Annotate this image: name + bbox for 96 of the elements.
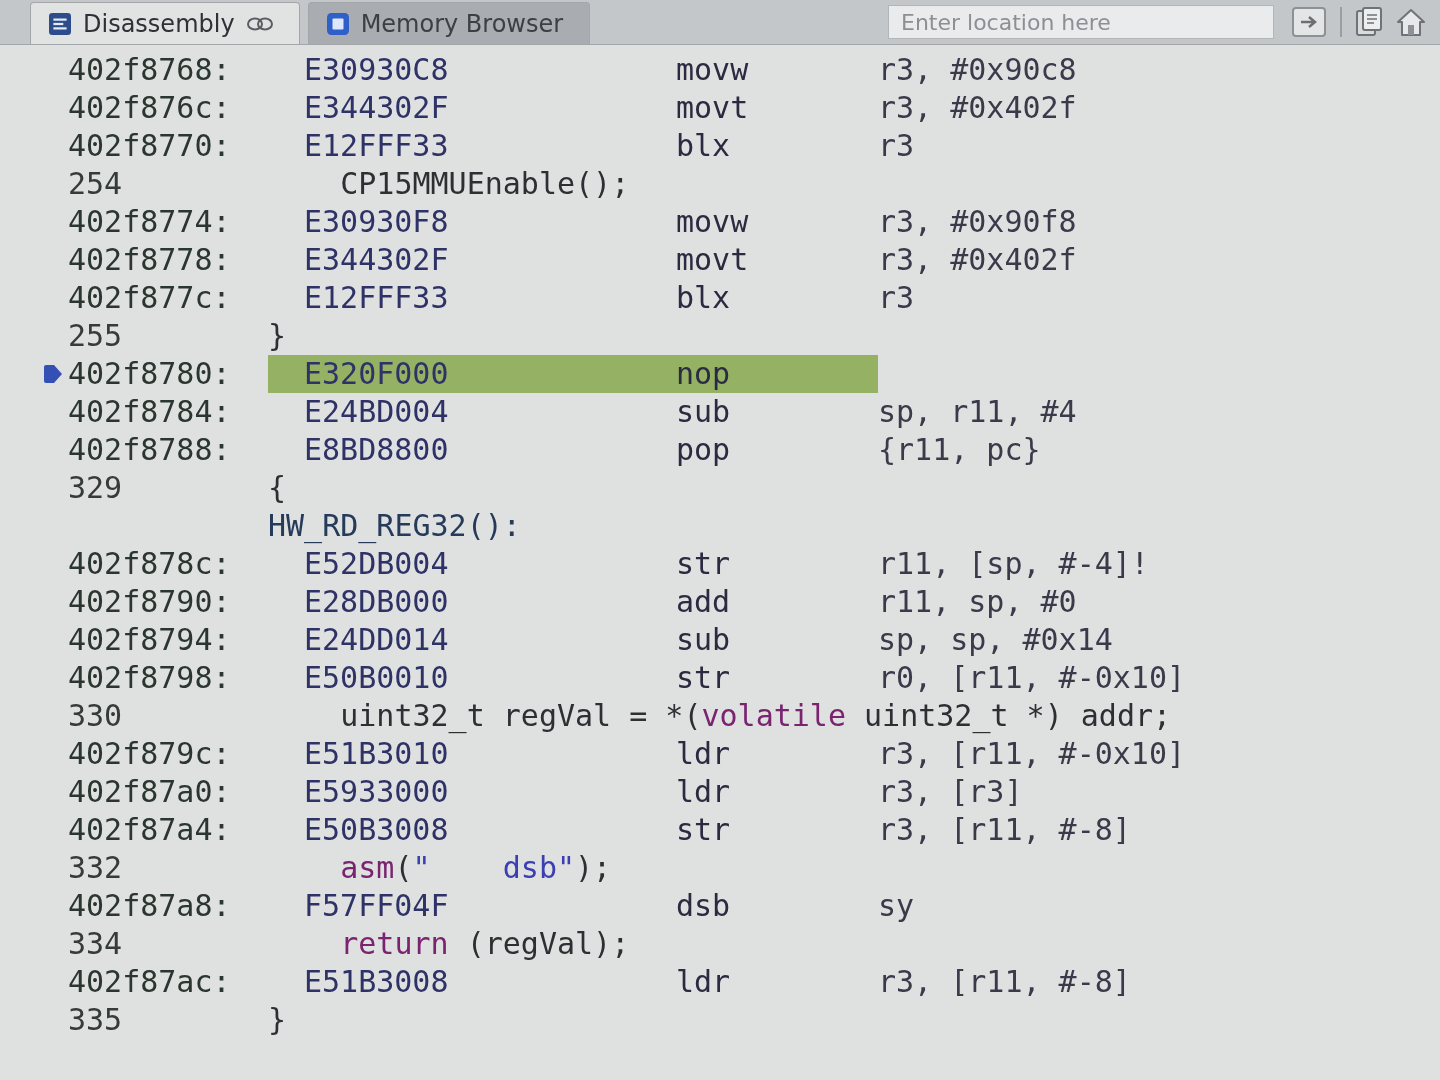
line-number: 329 xyxy=(68,469,123,507)
opcode: E50B3008 xyxy=(304,811,449,849)
memory-address: 402f879c: xyxy=(68,735,231,773)
mnemonic: movw xyxy=(676,203,749,241)
memory-address: 402f8778: xyxy=(68,241,231,279)
opcode: E344302F xyxy=(304,241,449,279)
operands: r3 xyxy=(878,279,915,317)
mnemonic: pop xyxy=(676,431,731,469)
memory-address: 402f8768: xyxy=(68,51,231,89)
operands: r3, #0x90f8 xyxy=(878,203,1077,241)
opcode: F57FF04F xyxy=(304,887,449,925)
memory-address: 402f8788: xyxy=(68,431,231,469)
mnemonic: add xyxy=(676,583,731,621)
mnemonic: blx xyxy=(676,279,731,317)
document-icon[interactable] xyxy=(1356,7,1382,37)
source-code-line: CP15MMUEnable(); xyxy=(340,165,630,203)
link-icon xyxy=(246,16,273,31)
mnemonic: movt xyxy=(676,241,749,279)
line-number: 332 xyxy=(68,849,123,887)
memory-address: 402f87a8: xyxy=(68,887,231,925)
line-number: 254 xyxy=(68,165,123,203)
memory-address: 402f87ac: xyxy=(68,963,231,1001)
mnemonic: ldr xyxy=(676,963,731,1001)
mnemonic: str xyxy=(676,545,731,583)
operands: r3, #0x402f xyxy=(878,89,1077,127)
opcode: E30930F8 xyxy=(304,203,449,241)
location-field[interactable]: Enter location here xyxy=(888,5,1274,39)
mnemonic: movw xyxy=(676,51,749,89)
opcode: E12FFF33 xyxy=(304,127,449,165)
operands: r11, sp, #0 xyxy=(878,583,1077,621)
opcode: E24BD004 xyxy=(304,393,449,431)
opcode: E344302F xyxy=(304,89,449,127)
line-number: 330 xyxy=(68,697,123,735)
memory-address: 402f8794: xyxy=(68,621,231,659)
memory-address: 402f87a4: xyxy=(68,811,231,849)
memory-address: 402f877c: xyxy=(68,279,231,317)
opcode: E5933000 xyxy=(304,773,449,811)
list-icon xyxy=(49,12,71,35)
operands: r11, [sp, #-4]! xyxy=(878,545,1149,583)
arrow-box-icon[interactable] xyxy=(1292,7,1326,37)
source-code-line: } xyxy=(268,1001,287,1039)
function-label: HW_RD_REG32(): xyxy=(268,507,521,545)
opcode: E320F000 xyxy=(304,355,449,393)
operands: sp, sp, #0x14 xyxy=(878,621,1113,659)
source-code-line: uint32_t regVal = *(volatile uint32_t *) addr; xyxy=(340,697,1172,735)
opcode: E51B3010 xyxy=(304,735,449,773)
operands: r3, #0x402f xyxy=(878,241,1077,279)
mnemonic: dsb xyxy=(676,887,731,925)
memory-address: 402f8784: xyxy=(68,393,231,431)
opcode: E8BD8800 xyxy=(304,431,449,469)
source-code-line: { xyxy=(268,469,287,507)
memory-address: 402f878c: xyxy=(68,545,231,583)
memory-address: 402f876c: xyxy=(68,89,231,127)
opcode: E50B0010 xyxy=(304,659,449,697)
opcode: E12FFF33 xyxy=(304,279,449,317)
opcode: E51B3008 xyxy=(304,963,449,1001)
mnemonic: blx xyxy=(676,127,731,165)
mnemonic: sub xyxy=(676,621,731,659)
operands: r3, [r11, #-0x10] xyxy=(878,735,1186,773)
tab[interactable]: Disassembly xyxy=(30,2,300,44)
home-icon[interactable] xyxy=(1396,7,1426,37)
operands: sp, r11, #4 xyxy=(878,393,1077,431)
mnemonic: ldr xyxy=(676,773,731,811)
operands: r3, [r11, #-8] xyxy=(878,963,1131,1001)
opcode: E28DB000 xyxy=(304,583,449,621)
line-number: 335 xyxy=(68,1001,123,1039)
opcode: E30930C8 xyxy=(304,51,449,89)
mnemonic: movt xyxy=(676,89,749,127)
mnemonic: nop xyxy=(676,355,731,393)
operands: r3, #0x90c8 xyxy=(878,51,1077,89)
operands: sy xyxy=(878,887,915,925)
operands: r3 xyxy=(878,127,915,165)
source-code-line: return (regVal); xyxy=(340,925,630,963)
chip-icon xyxy=(326,12,349,35)
line-number: 255 xyxy=(68,317,123,355)
memory-address: 402f8798: xyxy=(68,659,231,697)
memory-address: 402f87a0: xyxy=(68,773,231,811)
operands: r3, [r11, #-8] xyxy=(878,811,1131,849)
operands: {r11, pc} xyxy=(878,431,1041,469)
memory-address: 402f8774: xyxy=(68,203,231,241)
mnemonic: sub xyxy=(676,393,731,431)
operands: r3, [r3] xyxy=(878,773,1023,811)
operands: r0, [r11, #-0x10] xyxy=(878,659,1186,697)
opcode: E52DB004 xyxy=(304,545,449,583)
line-number: 334 xyxy=(68,925,123,963)
memory-address: 402f8780: xyxy=(68,355,231,393)
memory-address: 402f8790: xyxy=(68,583,231,621)
opcode: E24DD014 xyxy=(304,621,449,659)
mnemonic: str xyxy=(676,659,731,697)
current-line-arrow-icon xyxy=(44,364,62,384)
source-code-line: } xyxy=(268,317,287,355)
mnemonic: str xyxy=(676,811,731,849)
mnemonic: ldr xyxy=(676,735,731,773)
tab[interactable]: Memory Browser xyxy=(307,2,591,44)
source-code-line: asm(" dsb"); xyxy=(340,849,612,887)
memory-address: 402f8770: xyxy=(68,127,231,165)
